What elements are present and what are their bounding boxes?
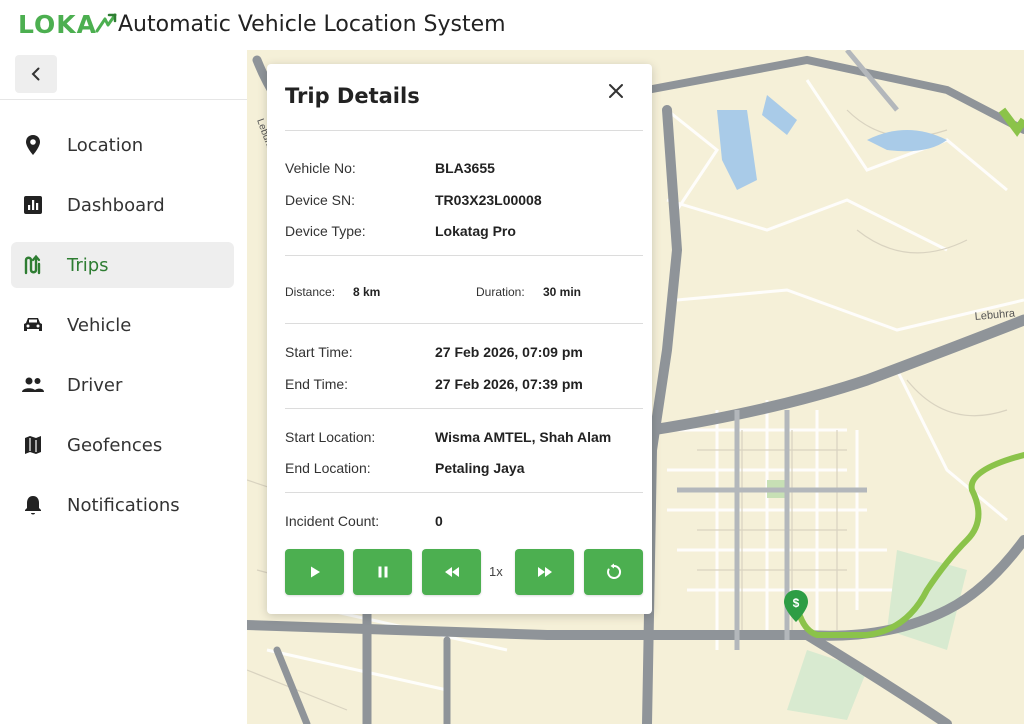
map-icon <box>21 433 45 457</box>
start-time-value: 27 Feb 2026, 07:09 pm <box>435 344 583 360</box>
sidebar-nav: Location Dashboard Trips Vehicle Driver <box>0 122 247 542</box>
sidebar-item-vehicle[interactable]: Vehicle <box>11 302 234 348</box>
sidebar-item-notifications[interactable]: Notifications <box>11 482 234 528</box>
sidebar-item-dashboard[interactable]: Dashboard <box>11 182 234 228</box>
sidebar-item-trips[interactable]: Trips <box>11 242 234 288</box>
duration-label: Duration: <box>476 285 525 299</box>
duration-value: 30 min <box>543 285 582 299</box>
divider <box>285 255 643 256</box>
divider <box>285 323 643 324</box>
logo-arrow-icon <box>95 13 117 33</box>
end-location-value: Petaling Jaya <box>435 460 525 476</box>
people-icon <box>21 373 45 397</box>
sidebar-item-driver[interactable]: Driver <box>11 362 234 408</box>
sidebar-item-label: Vehicle <box>67 314 132 336</box>
end-time-label: End Time: <box>285 376 349 392</box>
sidebar-item-label: Trips <box>67 254 109 276</box>
loka-logo: LOKA <box>18 9 117 39</box>
replay-icon <box>606 563 621 579</box>
pause-icon <box>378 566 387 578</box>
divider <box>285 130 643 131</box>
vehicle-no-label: Vehicle No: <box>285 160 356 176</box>
distance-value: 8 km <box>353 285 381 299</box>
play-button[interactable] <box>285 549 344 595</box>
device-sn-label: Device SN: <box>285 192 356 208</box>
device-type-value: Lokatag Pro <box>435 223 516 239</box>
logo-text: LOKA <box>18 9 98 39</box>
route-icon <box>21 253 45 277</box>
sidebar-divider <box>0 99 247 100</box>
bell-icon <box>21 493 45 517</box>
rewind-icon <box>444 567 459 577</box>
rewind-button[interactable] <box>422 549 481 595</box>
location-pin-icon <box>21 133 45 157</box>
collapse-sidebar-button[interactable] <box>15 55 57 93</box>
sidebar-item-label: Dashboard <box>67 194 165 216</box>
sidebar-item-label: Geofences <box>67 434 163 456</box>
start-location-label: Start Location: <box>285 429 376 445</box>
incident-count-label: Incident Count: <box>285 513 380 529</box>
start-marker-label: $ <box>793 596 800 610</box>
sidebar-item-location[interactable]: Location <box>11 122 234 168</box>
pause-button[interactable] <box>353 549 412 595</box>
sidebar: Location Dashboard Trips Vehicle Driver <box>0 50 247 724</box>
divider <box>285 408 643 409</box>
vehicle-no-value: BLA3655 <box>435 160 495 176</box>
end-time-value: 27 Feb 2026, 07:39 pm <box>435 376 583 392</box>
car-icon <box>21 313 45 337</box>
device-type-label: Device Type: <box>285 223 366 239</box>
replay-button[interactable] <box>584 549 643 595</box>
chevron-left-icon <box>31 67 40 81</box>
bar-chart-icon <box>21 193 45 217</box>
trip-details-panel: Trip Details Vehicle No: BLA3655 Device … <box>267 64 652 614</box>
device-sn-value: TR03X23L00008 <box>435 192 542 208</box>
sidebar-item-geofences[interactable]: Geofences <box>11 422 234 468</box>
play-icon <box>310 566 320 578</box>
close-button[interactable] <box>603 78 629 104</box>
fast-forward-icon <box>537 567 552 577</box>
incident-count-value: 0 <box>435 513 443 529</box>
end-location-label: End Location: <box>285 460 371 476</box>
trip-details-title: Trip Details <box>285 84 420 108</box>
fast-forward-button[interactable] <box>515 549 574 595</box>
distance-label: Distance: <box>285 285 336 299</box>
start-time-label: Start Time: <box>285 344 353 360</box>
top-bar: LOKA Automatic Vehicle Location System <box>0 0 1024 50</box>
playback-speed: 1x <box>489 564 503 579</box>
sidebar-item-label: Notifications <box>67 494 180 516</box>
close-icon <box>609 84 623 98</box>
app-title: Automatic Vehicle Location System <box>118 12 506 37</box>
divider <box>285 492 643 493</box>
sidebar-item-label: Location <box>67 134 144 156</box>
sidebar-item-label: Driver <box>67 374 123 396</box>
start-location-value: Wisma AMTEL, Shah Alam <box>435 429 612 445</box>
